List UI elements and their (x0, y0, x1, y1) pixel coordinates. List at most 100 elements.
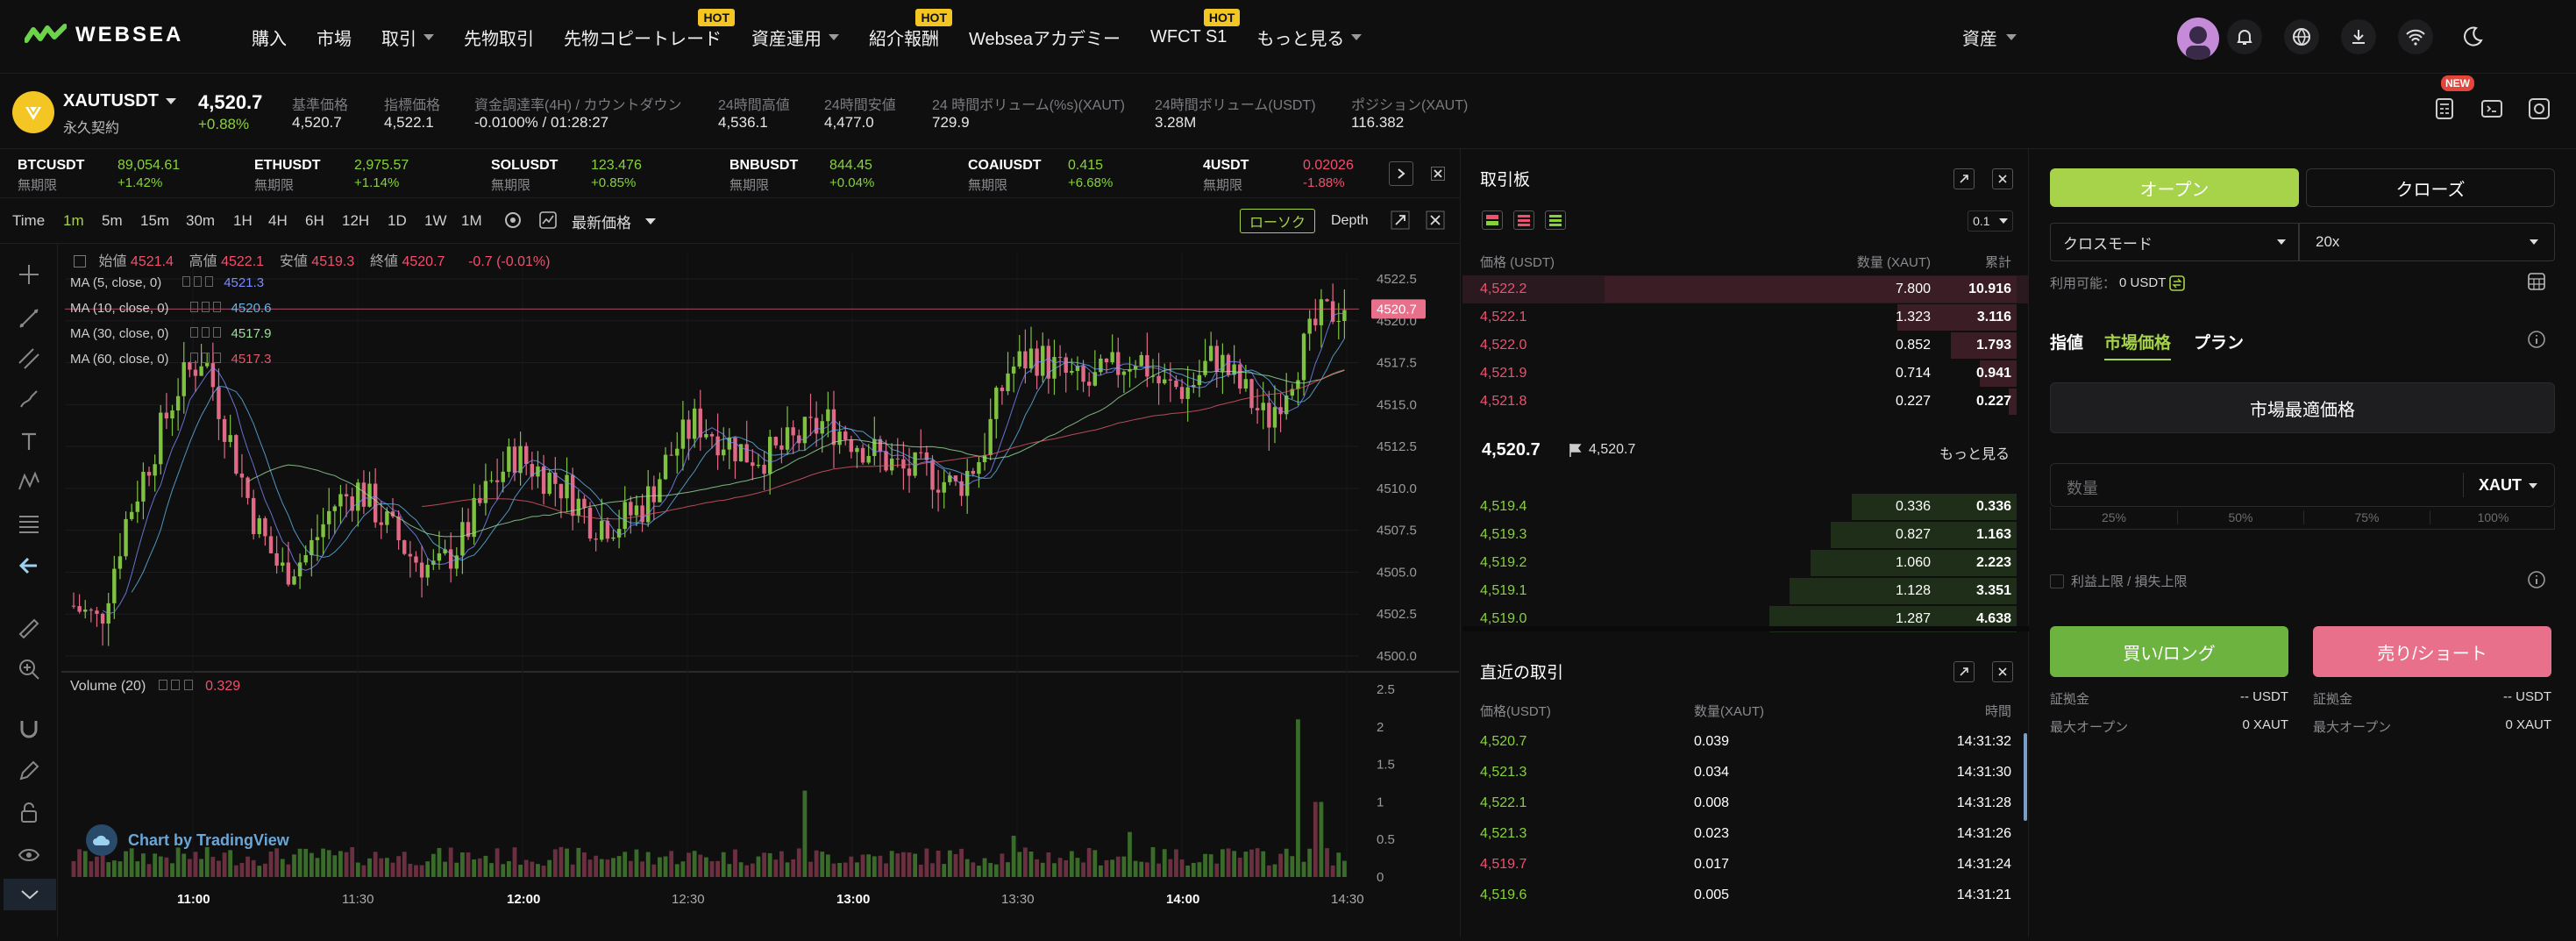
nav-item-8[interactable]: WFCT S1 HOT (1135, 0, 1242, 74)
parallel-channel-icon[interactable] (18, 347, 40, 370)
nav-item-0[interactable]: 購入 (237, 0, 302, 74)
trades-scrollbar[interactable] (2024, 733, 2027, 821)
timeframe-15m[interactable]: 15m (140, 212, 169, 230)
ask-row[interactable]: 4,521.9 0.714 0.941 (1462, 360, 2029, 388)
open-tab[interactable]: オープン (2050, 168, 2299, 207)
price-type-select[interactable]: 最新価格 (572, 210, 656, 232)
ruler-icon[interactable] (18, 617, 40, 640)
wifi-icon[interactable] (2398, 19, 2433, 54)
collapse-legend-icon[interactable] (74, 255, 86, 267)
ma-remove-icon[interactable] (212, 327, 221, 338)
calculator-icon[interactable] (2527, 272, 2548, 293)
transfer-icon[interactable] (2169, 274, 2186, 291)
bid-row[interactable]: 4,519.3 0.827 1.163 (1462, 521, 2029, 549)
nav-item-2[interactable]: 取引 (366, 0, 449, 74)
bell-icon[interactable] (2227, 19, 2262, 54)
info-icon[interactable] (2527, 330, 2548, 351)
theme-moon-icon[interactable] (2455, 19, 2490, 54)
ma-toggle-icon[interactable] (189, 353, 198, 363)
market-price-field[interactable]: 市場最適価格 (2050, 382, 2555, 433)
assets-menu[interactable]: 資産 (1962, 25, 2017, 50)
percent-option[interactable]: 100% (2430, 510, 2556, 524)
ma-toggle-icon[interactable] (189, 327, 198, 338)
download-icon[interactable] (2341, 19, 2376, 54)
timeframe-4H[interactable]: 4H (268, 212, 288, 230)
ma-toggle-icon[interactable] (182, 276, 191, 287)
depth-mode-button[interactable]: Depth (1326, 209, 1374, 233)
ask-row[interactable]: 4,522.1 1.323 3.116 (1462, 303, 2029, 331)
timeframe-1m[interactable]: 1m (63, 212, 84, 230)
tradingview-attribution[interactable]: Chart by TradingView (86, 824, 289, 856)
nav-item-6[interactable]: 紹介報酬 HOT (854, 0, 954, 74)
close-tab[interactable]: クローズ (2306, 168, 2555, 207)
ma-remove-icon[interactable] (212, 353, 221, 363)
timeframe-30m[interactable]: 30m (186, 212, 215, 230)
symbol-selector[interactable]: XAUTUSDT (63, 91, 176, 111)
ma-remove-icon[interactable] (212, 302, 221, 312)
ma-settings-icon[interactable] (201, 353, 210, 363)
arrow-left-icon[interactable] (18, 554, 40, 577)
both-sides-view-icon[interactable] (1482, 210, 1503, 230)
pattern-icon[interactable] (18, 470, 40, 493)
symbol-item[interactable]: BNBUSDT 無期限 844.45 +0.04% (729, 158, 949, 193)
symbol-item[interactable]: BTCUSDT 無期限 89,054.61 +1.42% (18, 158, 237, 193)
layout-icon[interactable] (2480, 96, 2508, 125)
settings-gear-icon[interactable] (2527, 96, 2555, 125)
timeframe-1W[interactable]: 1W (424, 212, 447, 230)
percent-option[interactable]: 25% (2051, 510, 2177, 524)
ask-row[interactable]: 4,522.0 0.852 1.793 (1462, 331, 2029, 360)
timeframe-1D[interactable]: 1D (388, 212, 407, 230)
brush-icon[interactable] (18, 388, 40, 410)
tpsl-checkbox[interactable]: 利益上限 / 損失上限 (2050, 572, 2188, 590)
asks-only-view-icon[interactable] (1513, 210, 1534, 230)
timeframe-1H[interactable]: 1H (233, 212, 253, 230)
more-link[interactable]: もっと見る (1939, 442, 2010, 463)
order-type-tab[interactable]: 指値 (2050, 330, 2083, 353)
zoom-in-icon[interactable] (18, 658, 40, 681)
indicator-settings-icon[interactable] (503, 210, 524, 232)
bid-row[interactable]: 4,519.1 1.128 3.351 (1462, 577, 2029, 605)
quantity-field[interactable]: 数量 XAUT (2050, 463, 2555, 507)
trend-line-icon[interactable] (18, 307, 40, 330)
info-icon[interactable] (2527, 570, 2548, 591)
precision-select[interactable]: 0.1 (1968, 210, 2013, 232)
expand-icon[interactable] (1391, 210, 1412, 232)
close-icon[interactable] (1426, 210, 1447, 232)
percent-option[interactable]: 75% (2303, 510, 2430, 524)
nav-item-5[interactable]: 資産運用 (737, 0, 854, 74)
close-icon[interactable] (1426, 161, 1450, 186)
timeframe-5m[interactable]: 5m (102, 212, 123, 230)
percent-slider[interactable]: 25% 50% 75% 100% (2050, 507, 2555, 530)
ma-remove-icon[interactable] (205, 276, 214, 287)
ma-settings-icon[interactable] (201, 302, 210, 312)
nav-item-7[interactable]: Webseaアカデミー (954, 0, 1135, 74)
ask-row[interactable]: 4,521.8 0.227 0.227 (1462, 388, 2029, 416)
ma-settings-icon[interactable] (194, 276, 203, 287)
sell-short-button[interactable]: 売り/ショート (2313, 626, 2551, 677)
avatar[interactable] (2177, 18, 2219, 60)
symbol-item[interactable]: ETHUSDT 無期限 2,975.57 +1.14% (254, 158, 473, 193)
lock-icon[interactable] (18, 802, 40, 824)
candle-mode-button[interactable]: ローソク (1240, 209, 1316, 233)
order-type-tab[interactable]: プラン (2194, 330, 2244, 353)
indicators-icon[interactable] (538, 210, 559, 232)
timeframe-12H[interactable]: 12H (342, 212, 369, 230)
crosshair-icon[interactable] (18, 263, 40, 286)
nav-item-3[interactable]: 先物取引 (449, 0, 549, 74)
timeframe-1M[interactable]: 1M (461, 212, 482, 230)
symbol-item[interactable]: 4USDT 無期限 0.02026 -1.88% (1203, 158, 1422, 193)
timeframe-6H[interactable]: 6H (305, 212, 324, 230)
text-icon[interactable] (18, 430, 40, 453)
ask-row[interactable]: 4,522.2 7.800 10.916 (1462, 275, 2029, 303)
bids-only-view-icon[interactable] (1545, 210, 1566, 230)
leverage-select[interactable]: 20x (2299, 223, 2555, 261)
symbol-item[interactable]: COAIUSDT 無期限 0.415 +6.68% (968, 158, 1187, 193)
percent-option[interactable]: 50% (2177, 510, 2303, 524)
nav-item-9[interactable]: もっと見る (1242, 0, 1377, 74)
magnet-icon[interactable] (18, 717, 40, 740)
bid-row[interactable]: 4,519.4 0.336 0.336 (1462, 493, 2029, 521)
bid-row[interactable]: 4,519.2 1.060 2.223 (1462, 549, 2029, 577)
globe-icon[interactable] (2284, 19, 2319, 54)
timeframe-Time[interactable]: Time (12, 212, 45, 230)
pencil-lock-icon[interactable] (18, 759, 40, 782)
